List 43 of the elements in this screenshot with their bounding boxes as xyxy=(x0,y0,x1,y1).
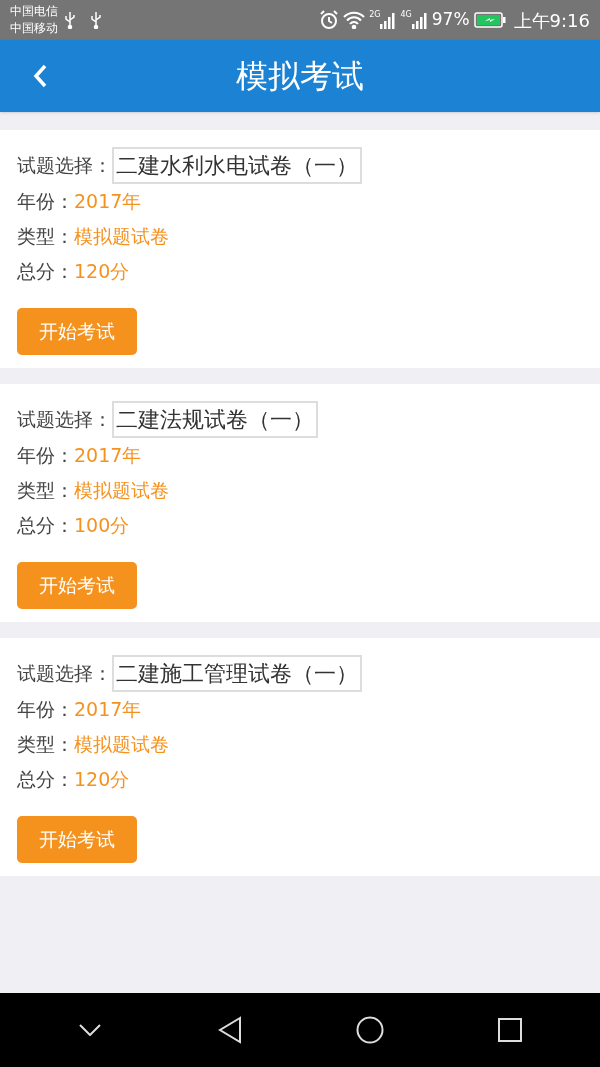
field-value: 模拟题试卷 xyxy=(74,732,169,758)
network-type: 2G xyxy=(369,11,381,19)
signal-icon xyxy=(380,11,397,29)
field-label: 年份： xyxy=(17,189,74,215)
paper-select[interactable]: 二建施工管理试卷（一） xyxy=(112,655,362,692)
square-icon xyxy=(498,1018,522,1042)
battery-icon xyxy=(473,12,506,28)
wifi-icon xyxy=(343,11,366,29)
field-value: 120分 xyxy=(74,259,130,285)
battery-percent: 97% xyxy=(431,8,470,32)
triangle-icon xyxy=(218,1016,242,1044)
usb-icon xyxy=(64,11,76,29)
field-label: 试题选择： xyxy=(17,153,112,179)
field-label: 年份： xyxy=(17,443,74,469)
paper-select[interactable]: 二建法规试卷（一） xyxy=(112,401,318,438)
network-type: 4G xyxy=(400,11,412,19)
carrier-name: 中国移动 xyxy=(10,20,58,37)
field-label: 类型： xyxy=(17,478,74,504)
field-value: 模拟题试卷 xyxy=(74,478,169,504)
field-label: 试题选择： xyxy=(17,661,112,687)
clock: 上午9:16 xyxy=(513,8,590,33)
field-value: 模拟题试卷 xyxy=(74,224,169,250)
field-value: 120分 xyxy=(74,767,130,793)
back-icon xyxy=(33,64,47,88)
carrier-name: 中国电信 xyxy=(10,3,58,20)
field-value: 2017年 xyxy=(74,189,142,215)
page-title: 模拟考试 xyxy=(236,56,364,97)
field-label: 类型： xyxy=(17,224,74,250)
field-label: 类型： xyxy=(17,732,74,758)
field-value: 2017年 xyxy=(74,697,142,723)
field-label: 年份： xyxy=(17,697,74,723)
usb-icon xyxy=(90,11,102,29)
alarm-icon xyxy=(319,10,340,30)
paper-select[interactable]: 二建水利水电试卷（一） xyxy=(112,147,362,184)
field-value: 2017年 xyxy=(74,443,142,469)
field-label: 试题选择： xyxy=(17,407,112,433)
signal-icon xyxy=(411,11,428,29)
circle-icon xyxy=(356,1016,384,1044)
field-label: 总分： xyxy=(17,767,74,793)
chevron-down-icon xyxy=(79,1024,101,1036)
field-value: 100分 xyxy=(74,513,130,539)
field-label: 总分： xyxy=(17,259,74,285)
field-label: 总分： xyxy=(17,513,74,539)
